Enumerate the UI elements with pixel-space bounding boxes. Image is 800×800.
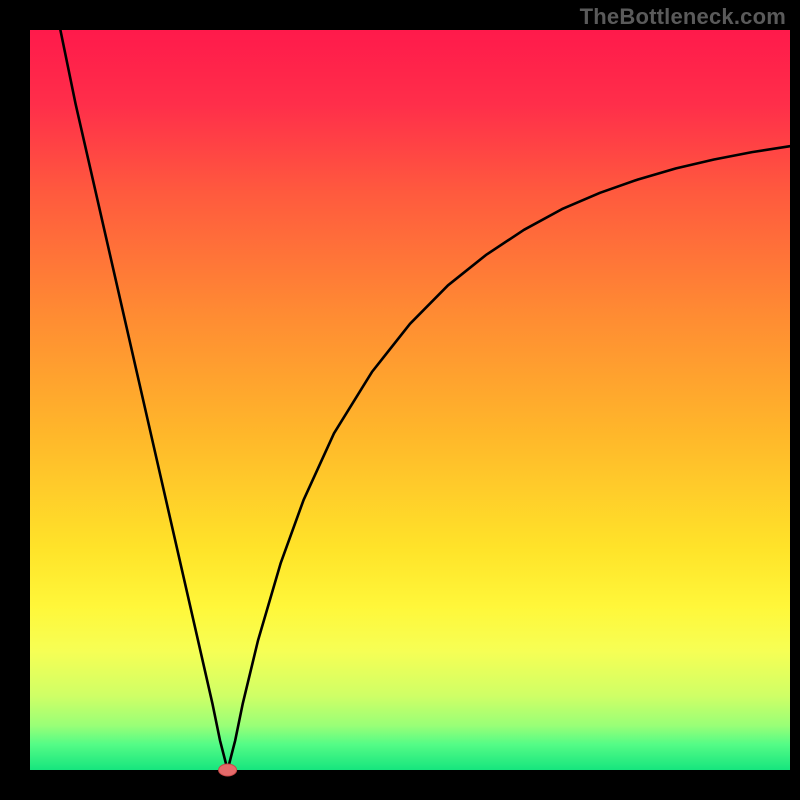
watermark-text: TheBottleneck.com bbox=[580, 4, 786, 30]
chart-frame: TheBottleneck.com bbox=[0, 0, 800, 800]
optimal-point-marker bbox=[219, 764, 237, 776]
bottleneck-chart bbox=[0, 0, 800, 800]
